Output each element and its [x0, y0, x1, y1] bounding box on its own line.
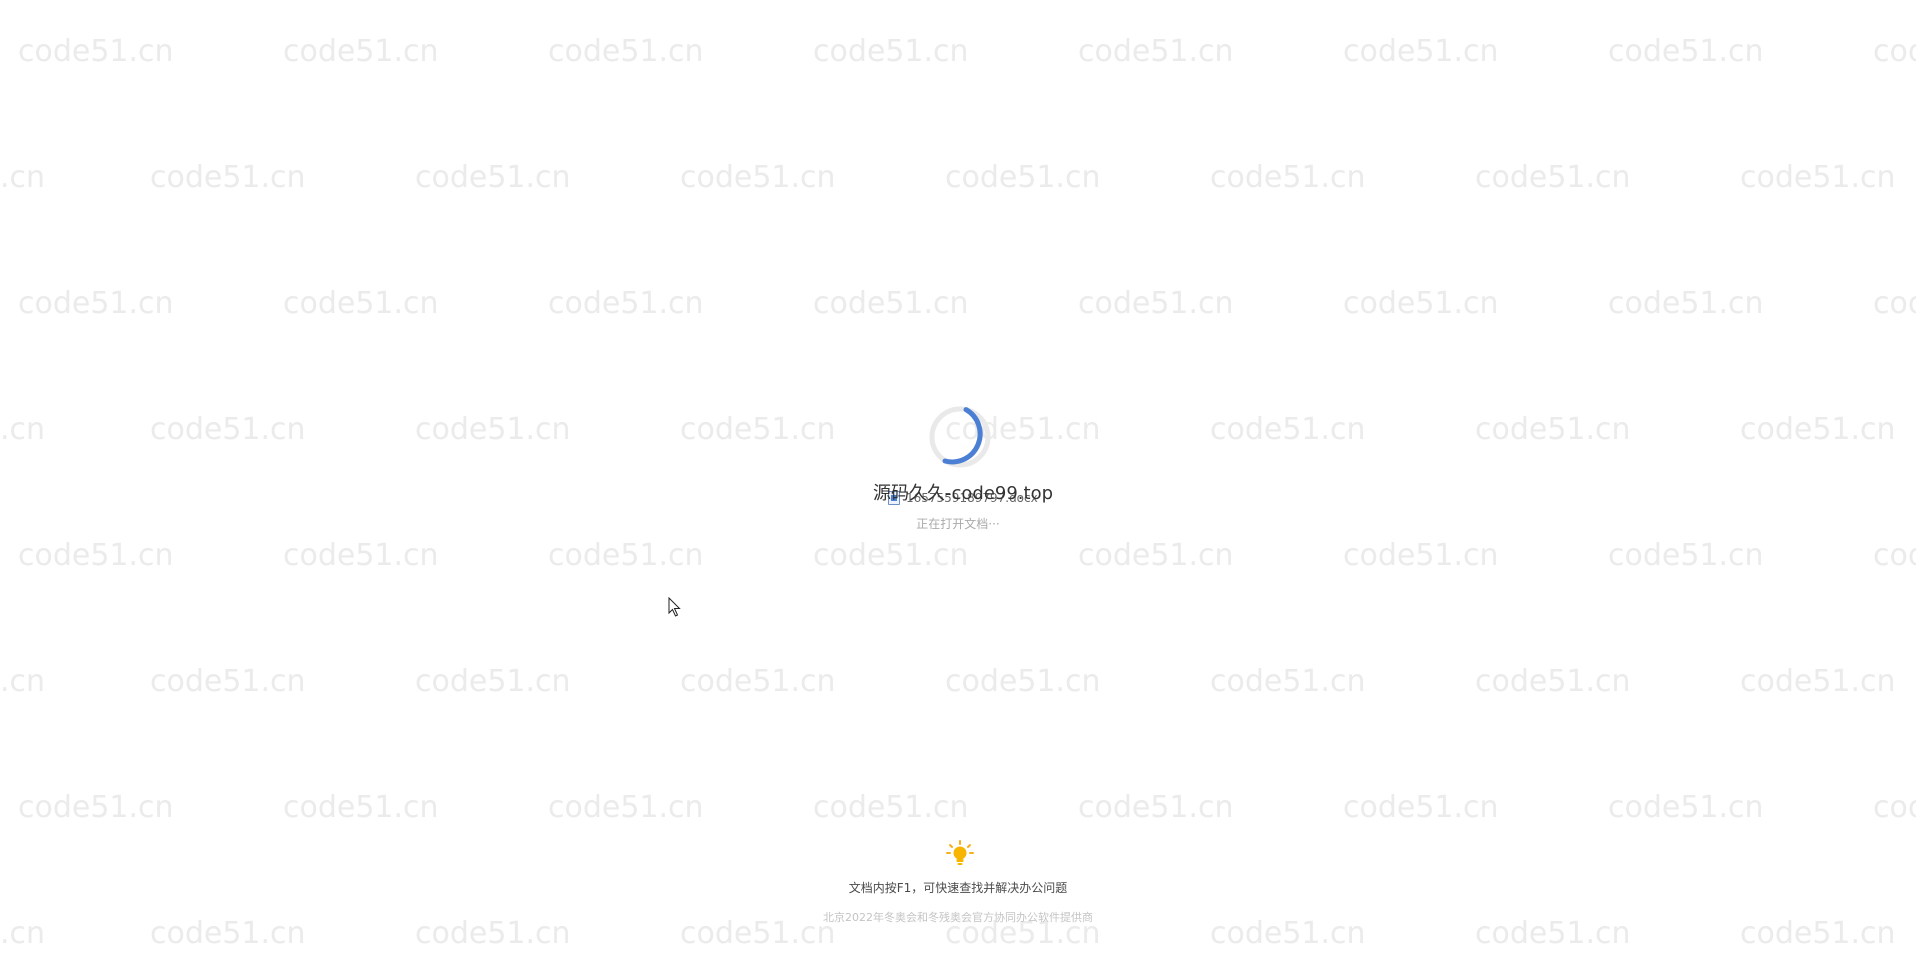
watermark-text: code51.cn	[1608, 790, 1764, 825]
loading-page: code51.cn code51.cn code51.cn code51.cn code…	[0, 0, 1916, 964]
help-tip: 文档内按F1，可快速查找并解决办公问题	[848, 881, 1068, 895]
watermark-text: code51.cn	[1078, 538, 1234, 573]
watermark-text: code51.cn	[1475, 412, 1631, 447]
watermark-text: code51.cn	[548, 286, 704, 321]
watermark-text: coo	[1873, 790, 1916, 825]
watermark-text: code51.cn	[283, 538, 439, 573]
watermark-text: code51.cn	[945, 160, 1101, 195]
light-bulb-icon	[946, 840, 974, 865]
watermark-text: code51.cn	[415, 664, 571, 699]
watermark-text: code51.cn	[283, 286, 439, 321]
watermark-text: coo	[1873, 286, 1916, 321]
watermark-text: code51.cn	[1608, 538, 1764, 573]
watermark-text: code51.cn	[1608, 34, 1764, 69]
watermark-text: code51.cn	[415, 412, 571, 447]
watermark-text: code51.cn	[813, 790, 969, 825]
watermark-text: code51.cn	[18, 538, 174, 573]
watermark-text: code51.cn	[18, 790, 174, 825]
watermark-text: code51.cn	[1740, 160, 1896, 195]
watermark-text: coo	[1873, 538, 1916, 573]
footer-text: 北京2022年冬奥会和冬残奥会官方协同办公软件提供商	[823, 911, 1093, 924]
loading-spinner-icon	[929, 406, 991, 468]
watermark-text: .cn	[0, 160, 46, 195]
mouse-pointer-icon	[668, 597, 681, 617]
watermark-text: code51.cn	[548, 538, 704, 573]
watermark-text: .cn	[0, 664, 46, 699]
watermark-text: code51.cn	[680, 160, 836, 195]
watermark-text: code51.cn	[283, 790, 439, 825]
watermark-text: code51.cn	[1475, 664, 1631, 699]
watermark-text: code51.cn	[548, 34, 704, 69]
watermark-text: code51.cn	[1740, 412, 1896, 447]
watermark-text: code51.cn	[1210, 664, 1366, 699]
watermark-text: code51.cn	[1608, 286, 1764, 321]
watermark-text: code51.cn	[1343, 34, 1499, 69]
watermark-text: code51.cn	[680, 412, 836, 447]
watermark-text: code51.cn	[1343, 538, 1499, 573]
watermark-text: code51.cn	[1343, 790, 1499, 825]
watermark-text: code51.cn	[1078, 286, 1234, 321]
watermark-text: code51.cn	[680, 664, 836, 699]
watermark-text: code51.cn	[945, 664, 1101, 699]
watermark-text: code51.cn	[1343, 286, 1499, 321]
watermark-text: code51.cn	[813, 538, 969, 573]
watermark-text: code51.cn	[1078, 790, 1234, 825]
overlay-watermark-title: 源码久久-code99.top	[873, 483, 1054, 504]
watermark-text: code51.cn	[415, 160, 571, 195]
watermark-text: code51.cn	[150, 160, 306, 195]
watermark-text: code51.cn	[18, 34, 174, 69]
watermark-text: code51.cn	[813, 286, 969, 321]
watermark-text: code51.cn	[548, 790, 704, 825]
watermark-text: coo	[1873, 34, 1916, 69]
loading-status: 正在打开文档···	[916, 517, 1000, 531]
watermark-text: code51.cn	[150, 664, 306, 699]
watermark-text: code51.cn	[1210, 160, 1366, 195]
watermark-text: code51.cn	[1475, 160, 1631, 195]
watermark-text: code51.cn	[1078, 34, 1234, 69]
watermark-text: code51.cn	[18, 286, 174, 321]
watermark-text: code51.cn	[150, 412, 306, 447]
watermark-text: .cn	[0, 412, 46, 447]
watermark-text: code51.cn	[813, 34, 969, 69]
watermark-text: code51.cn	[283, 34, 439, 69]
watermark-text: code51.cn	[1210, 412, 1366, 447]
watermark-text: code51.cn	[1740, 664, 1896, 699]
